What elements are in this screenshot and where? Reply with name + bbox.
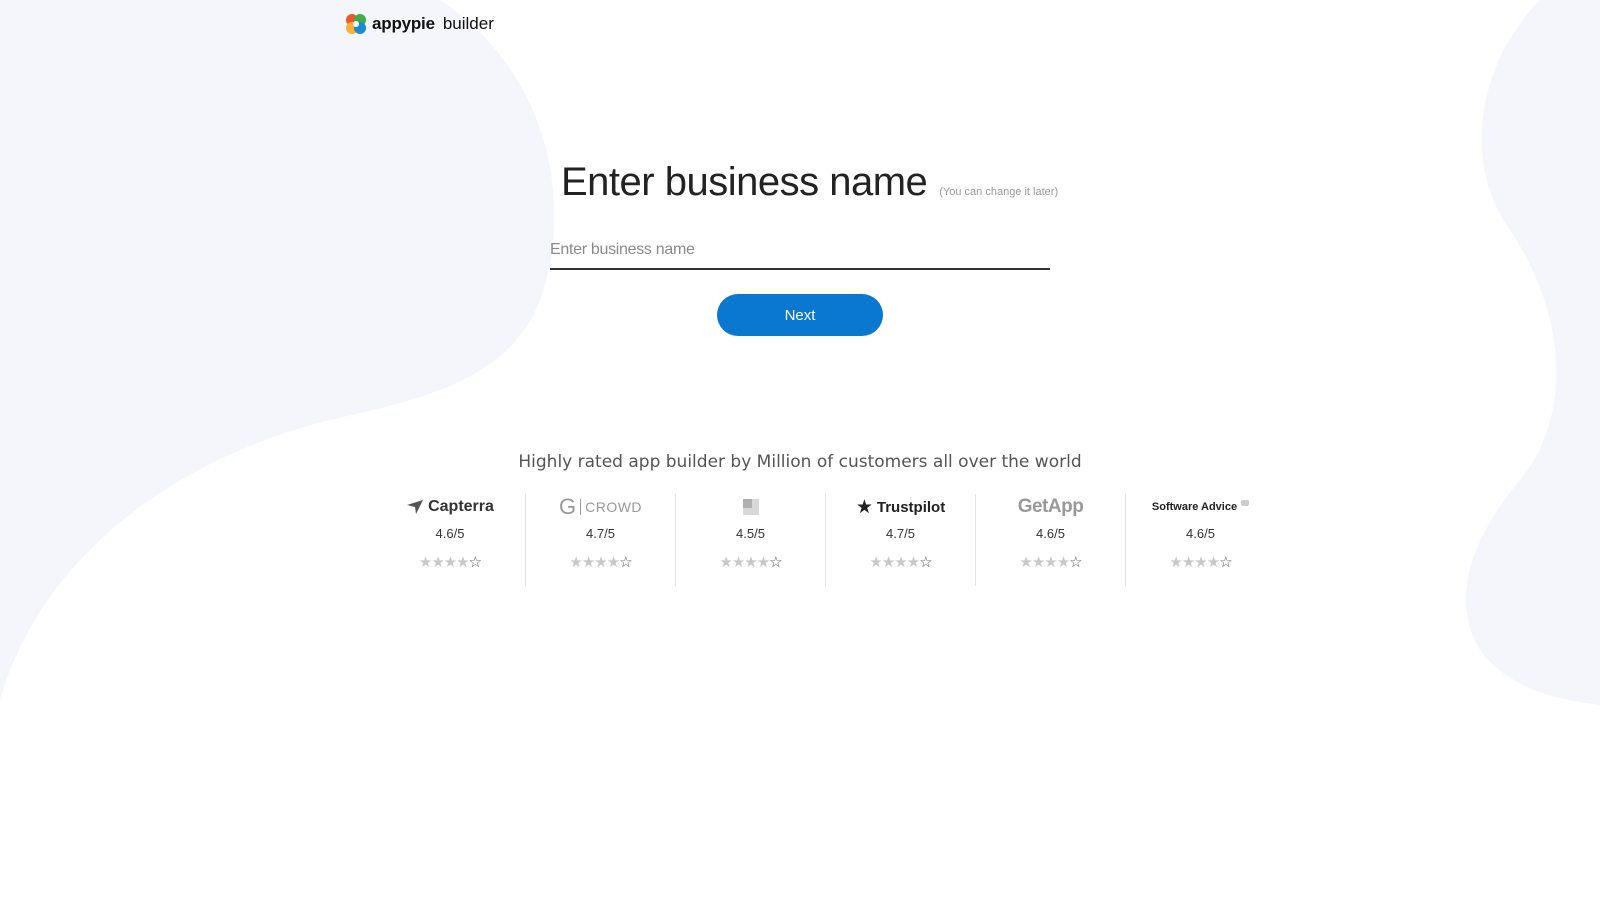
business-name-field: [550, 232, 1050, 270]
appypie-logo[interactable]: appypie builder: [344, 12, 494, 36]
rating-trustpilot: ★ Trustpilot 4.7/5 ★★★★☆: [825, 494, 975, 586]
rating-score: 4.6/5: [435, 526, 465, 541]
rating-score: 4.6/5: [1186, 526, 1215, 541]
trustpilot-logo: ★ Trustpilot: [856, 494, 945, 520]
g2crowd-name: CROWD: [580, 499, 642, 515]
star-rating: ★★★★☆: [719, 554, 782, 571]
rating-unnamed-platform: 4.5/5 ★★★★☆: [675, 494, 825, 586]
trustpilot-name: Trustpilot: [876, 498, 946, 516]
rating-score: 4.5/5: [736, 526, 765, 541]
background-shape: [0, 0, 1600, 705]
form-heading: Enter business name (You can change it l…: [561, 160, 1058, 205]
logo-brand-text: appypie: [372, 14, 435, 33]
rating-tagline: Highly rated app builder by Million of c…: [518, 452, 1082, 472]
square-logo-icon: [742, 499, 759, 515]
software-advice-name: Software Advice: [1151, 501, 1238, 513]
star-rating: ★★★★☆: [418, 554, 482, 571]
rating-g2crowd: G CROWD 4.7/5 ★★★★☆: [525, 494, 675, 586]
next-button[interactable]: Next: [717, 294, 883, 336]
rating-capterra: Capterra 4.6/5 ★★★★☆: [375, 494, 525, 586]
star-rating: ★★★★☆: [869, 554, 932, 571]
logo-product-text: builder: [442, 14, 494, 33]
rating-score: 4.6/5: [1036, 526, 1065, 541]
capterra-name: Capterra: [428, 498, 494, 515]
speech-bubble-icon: [1241, 500, 1250, 506]
software-advice-logo: Software Advice: [1151, 494, 1250, 520]
rating-software-advice: Software Advice 4.6/5 ★★★★☆: [1125, 494, 1275, 586]
rating-getapp: GetApp 4.6/5 ★★★★☆: [975, 494, 1125, 586]
star-rating: ★★★★☆: [1169, 554, 1232, 571]
g2-icon: G: [558, 494, 577, 519]
capterra-logo: Capterra: [406, 494, 494, 520]
rating-score: 4.7/5: [886, 526, 915, 541]
business-name-input[interactable]: [550, 232, 1050, 268]
star-rating: ★★★★☆: [1019, 554, 1082, 571]
rating-score: 4.7/5: [586, 526, 615, 541]
page-title: Enter business name: [561, 160, 928, 204]
star-rating: ★★★★☆: [569, 554, 632, 571]
trustpilot-star-icon: ★: [855, 496, 873, 518]
getapp-logo: GetApp: [1018, 494, 1084, 520]
getapp-name: GetApp: [1017, 496, 1084, 517]
platform-logo: [742, 494, 759, 520]
capterra-arrow-icon: [407, 500, 424, 514]
change-later-note: (You can change it later): [939, 186, 1059, 198]
appypie-logo-icon: [346, 14, 366, 34]
ratings-row: Capterra 4.6/5 ★★★★☆ G CROWD 4.7/5 ★★★★☆…: [375, 494, 1275, 586]
g2crowd-logo: G CROWD: [559, 494, 642, 520]
